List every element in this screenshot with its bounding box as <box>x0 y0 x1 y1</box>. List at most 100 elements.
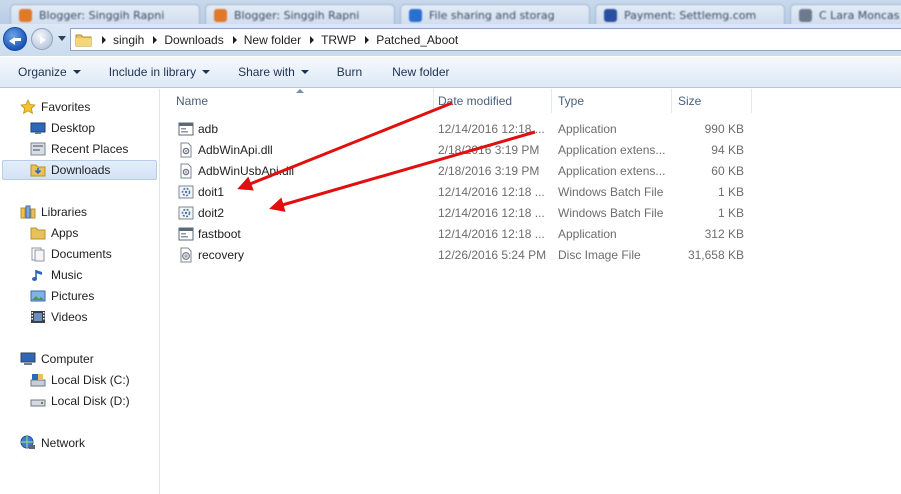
file-row-doit2[interactable]: doit2 12/14/2016 12:18 ... Windows Batch… <box>176 203 756 224</box>
include-in-library-label: Include in library <box>108 65 197 79</box>
nav-libraries[interactable]: Libraries <box>20 202 87 222</box>
nav-local-disk-d[interactable]: Local Disk (D:) <box>30 391 130 411</box>
browser-tab-5[interactable]: C Lara Moncas <box>790 4 901 26</box>
browser-tab-1[interactable]: Blogger: Singgih Rapni <box>10 4 200 26</box>
libraries-icon <box>20 205 36 219</box>
nav-recent-places[interactable]: Recent Places <box>30 139 128 159</box>
nav-downloads[interactable]: Downloads <box>2 160 157 180</box>
address-row: singih Downloads New folder TRWP Patched… <box>0 24 901 56</box>
nav-favorites-label: Favorites <box>41 100 91 114</box>
browser-tab-label: C Lara Moncas <box>819 9 900 22</box>
file-row-fastboot[interactable]: fastboot 12/14/2016 12:18 ... Applicatio… <box>176 224 756 245</box>
column-type-label: Type <box>558 94 585 108</box>
column-header-name[interactable]: Name <box>170 89 434 113</box>
nav-local-disk-d-label: Local Disk (D:) <box>51 394 130 408</box>
folder-icon <box>75 34 92 46</box>
browser-tab-label: Payment: Settlemg.com <box>624 9 757 22</box>
burn-label: Burn <box>336 65 363 79</box>
burn-button[interactable]: Burn <box>327 61 372 83</box>
file-name: adb <box>198 122 219 136</box>
nav-videos-label: Videos <box>51 310 88 324</box>
nav-recent-places-label: Recent Places <box>51 142 129 156</box>
documents-icon <box>31 247 45 262</box>
nav-pictures[interactable]: Pictures <box>30 286 94 306</box>
file-name: fastboot <box>198 227 241 241</box>
chevron-down-icon <box>300 70 309 74</box>
column-header-date-modified[interactable]: Date modified <box>432 89 552 113</box>
file-row-adb[interactable]: adb 12/14/2016 12:18 ... Application 990… <box>176 119 756 140</box>
browser-tab-label: Blogger: Singgih Rapni <box>234 9 360 22</box>
breadcrumb-new-folder[interactable]: New folder <box>244 33 301 47</box>
file-name: doit1 <box>198 185 225 199</box>
nav-music[interactable]: Music <box>30 265 82 285</box>
breadcrumb-chevron-icon[interactable] <box>153 35 158 44</box>
column-header-size[interactable]: Size <box>672 89 752 113</box>
organize-button[interactable]: Organize <box>8 61 91 83</box>
file-list: Name Date modified Type Size adb 12/14/2… <box>160 89 901 494</box>
new-folder-button[interactable]: New folder <box>382 61 459 83</box>
share-with-label: Share with <box>238 65 295 79</box>
breadcrumb-chevron-icon[interactable] <box>365 35 370 44</box>
nav-favorites[interactable]: Favorites <box>20 97 90 117</box>
folder-icon <box>30 227 46 240</box>
payment-icon <box>604 9 617 22</box>
file-row-adbwinapi[interactable]: AdbWinApi.dll 2/18/2016 3:19 PM Applicat… <box>176 140 756 161</box>
nav-documents[interactable]: Documents <box>30 244 112 264</box>
nav-network-label: Network <box>41 436 86 450</box>
file-name: AdbWinApi.dll <box>198 143 273 157</box>
file-type: Application <box>558 227 617 241</box>
browser-tab-label: File sharing and storag <box>429 9 555 22</box>
browser-tab-strip: Blogger: Singgih Rapni Blogger: Singgih … <box>0 0 901 26</box>
breadcrumb-trwp[interactable]: TRWP <box>321 33 356 47</box>
nav-videos[interactable]: Videos <box>30 307 87 327</box>
address-bar[interactable]: singih Downloads New folder TRWP Patched… <box>70 28 901 51</box>
nav-computer-label: Computer <box>41 352 94 366</box>
star-icon <box>20 99 36 115</box>
nav-desktop[interactable]: Desktop <box>30 118 95 138</box>
file-sharing-icon <box>409 9 422 22</box>
file-row-recovery[interactable]: recovery 12/26/2016 5:24 PM Disc Image F… <box>176 245 756 266</box>
nav-apps-label: Apps <box>51 226 79 240</box>
column-name-label: Name <box>176 94 209 108</box>
recent-places-icon <box>30 142 46 156</box>
column-size-label: Size <box>678 94 702 108</box>
breadcrumb-patched-aboot[interactable]: Patched_Aboot <box>376 33 458 47</box>
column-header-type[interactable]: Type <box>552 89 672 113</box>
browser-tab-4[interactable]: Payment: Settlemg.com <box>595 4 785 26</box>
nav-pictures-label: Pictures <box>51 289 95 303</box>
column-date-label: Date modified <box>438 94 513 108</box>
nav-apps[interactable]: Apps <box>30 223 78 243</box>
videos-icon <box>31 311 45 323</box>
breadcrumb-chevron-icon[interactable] <box>232 35 237 44</box>
breadcrumb-chevron-icon[interactable] <box>310 35 315 44</box>
nav-local-disk-c[interactable]: Local Disk (C:) <box>30 370 130 390</box>
back-button[interactable] <box>3 27 27 51</box>
file-type: Application extens... <box>558 143 666 157</box>
browser-tab-2[interactable]: Blogger: Singgih Rapni <box>205 4 395 26</box>
chevron-down-icon <box>202 70 211 74</box>
breadcrumb-downloads[interactable]: Downloads <box>164 33 223 47</box>
file-type: Windows Batch File <box>558 185 664 199</box>
breadcrumb-chevron-icon[interactable] <box>102 35 106 44</box>
file-row-adbwinusbapi[interactable]: AdbWinUsbApi.dll 2/18/2016 3:19 PM Appli… <box>176 161 756 182</box>
file-date: 12/14/2016 12:18 ... <box>438 227 545 241</box>
navigation-pane: Favorites Desktop Recent Places Download… <box>0 89 160 494</box>
computer-icon <box>20 352 36 365</box>
browser-tab-label: Blogger: Singgih Rapni <box>39 9 165 22</box>
include-in-library-button[interactable]: Include in library <box>99 61 220 83</box>
nav-network[interactable]: Network <box>20 433 85 453</box>
file-row-doit1[interactable]: doit1 12/14/2016 12:18 ... Windows Batch… <box>176 182 756 203</box>
pictures-icon <box>30 290 46 302</box>
new-folder-label: New folder <box>392 65 450 79</box>
share-with-button[interactable]: Share with <box>228 61 319 83</box>
file-size: 1 KB <box>717 206 744 220</box>
recent-pages-dropdown[interactable] <box>58 36 66 41</box>
file-name: recovery <box>198 248 245 262</box>
browser-tab-3[interactable]: File sharing and storag <box>400 4 590 26</box>
drive-icon <box>30 399 46 407</box>
nav-computer[interactable]: Computer <box>20 349 94 369</box>
network-icon <box>20 435 35 449</box>
forward-button[interactable] <box>31 28 53 50</box>
music-icon <box>32 270 42 281</box>
breadcrumb-singih[interactable]: singih <box>113 33 144 47</box>
